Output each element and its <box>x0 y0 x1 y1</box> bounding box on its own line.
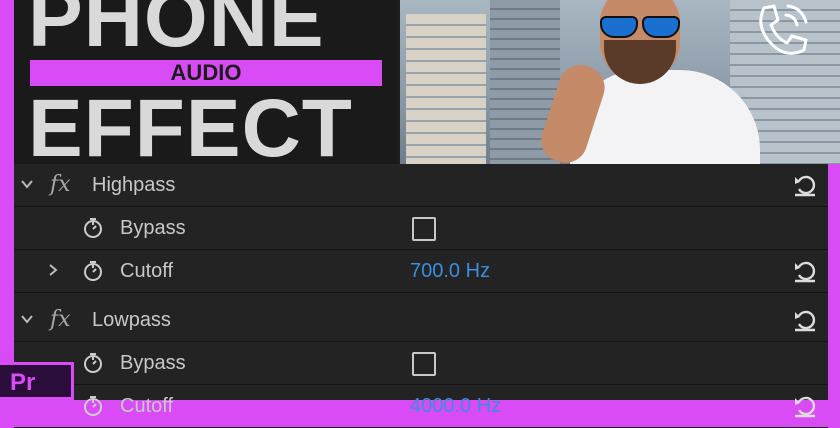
phone-call-icon <box>759 4 808 55</box>
effect-row-highpass[interactable]: fx Highpass <box>14 164 828 207</box>
cutoff-value[interactable]: 4000.0 Hz <box>410 385 501 427</box>
title-effect: EFFECT <box>28 83 353 165</box>
param-row-cutoff: Cutoff 4000.0 Hz <box>14 385 828 428</box>
cutoff-unit: Hz <box>465 260 491 282</box>
param-label: Bypass <box>120 217 186 239</box>
reset-icon[interactable] <box>792 393 818 419</box>
effect-name: Lowpass <box>92 309 171 331</box>
param-label: Cutoff <box>120 260 173 282</box>
stopwatch-icon[interactable] <box>82 260 104 282</box>
param-label: Bypass <box>120 352 186 374</box>
reset-icon[interactable] <box>792 172 818 198</box>
stopwatch-icon[interactable] <box>82 395 104 417</box>
effect-name: Highpass <box>92 174 176 196</box>
bypass-checkbox[interactable] <box>412 352 436 376</box>
logo-text: Pr <box>10 369 36 396</box>
chevron-down-icon[interactable] <box>20 177 34 191</box>
building <box>406 14 486 164</box>
reset-icon[interactable] <box>792 258 818 284</box>
effect-controls-panel: fx Highpass Bypass Cutoff 700.0 Hz fx Lo… <box>14 164 828 428</box>
fx-icon: fx <box>50 172 71 197</box>
sunglasses <box>598 16 682 38</box>
effect-row-lowpass[interactable]: fx Lowpass <box>14 299 828 342</box>
thumbnail-banner: PHONE AUDIO EFFECT <box>14 0 840 164</box>
param-row-bypass: Bypass <box>14 342 828 385</box>
cutoff-number[interactable]: 4000.0 <box>410 395 471 417</box>
title-phone: PHONE <box>28 0 325 64</box>
man-on-phone-photo <box>400 0 840 164</box>
stopwatch-icon[interactable] <box>82 352 104 374</box>
cutoff-number[interactable]: 700.0 <box>410 260 460 282</box>
cutoff-value[interactable]: 700.0 Hz <box>410 250 490 292</box>
fx-icon: fx <box>50 307 71 332</box>
chevron-right-icon[interactable] <box>46 263 60 277</box>
title-block: PHONE AUDIO EFFECT <box>14 0 398 164</box>
param-label: Cutoff <box>120 395 173 417</box>
chevron-down-icon[interactable] <box>20 312 34 326</box>
cutoff-unit: Hz <box>476 395 502 417</box>
reset-icon[interactable] <box>792 307 818 333</box>
param-row-bypass: Bypass <box>14 207 828 250</box>
premiere-pro-icon: Pr <box>0 362 74 400</box>
bypass-checkbox[interactable] <box>412 217 436 241</box>
stopwatch-icon[interactable] <box>82 217 104 239</box>
param-row-cutoff: Cutoff 700.0 Hz <box>14 250 828 293</box>
